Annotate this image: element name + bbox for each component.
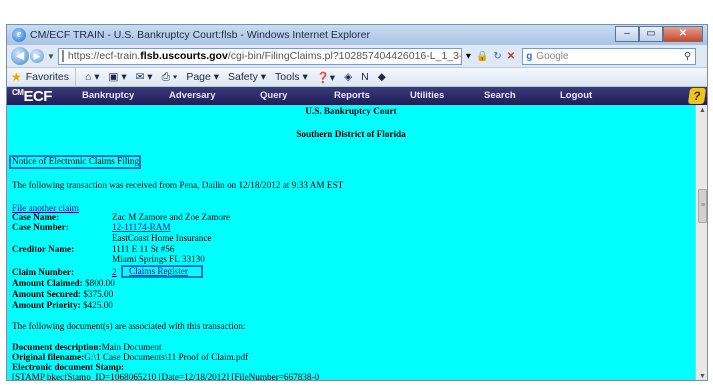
doc1-description-value: Main Document: [101, 342, 162, 352]
ecf-logo-text: ECF: [23, 87, 52, 105]
documents-text: The following document(s) are associated…: [12, 321, 246, 331]
ecf-menu-bar: CMECF Bankruptcy Adversary Query Reports…: [7, 87, 707, 105]
favorites-label: Favorites: [25, 71, 69, 83]
window-controls: – ▭ ✕: [615, 26, 703, 42]
claims-register-link[interactable]: Claims Register: [129, 266, 188, 276]
search-icon[interactable]: ⚲: [684, 51, 691, 62]
notice-title: Notice of Electronic Claims Filing: [12, 156, 140, 166]
menu-logout[interactable]: Logout: [560, 90, 592, 101]
minimize-button[interactable]: –: [615, 26, 639, 42]
title-bar: e CM/ECF TRAIN - U.S. Bankruptcy Court:f…: [7, 25, 707, 45]
court-name: U.S. Bankruptcy Court: [305, 106, 397, 116]
amount-claimed-value: $800.00: [85, 278, 115, 288]
creditor-label: Creditor Name:: [12, 244, 75, 254]
amount-claimed: Amount Claimed: $800.00: [12, 278, 115, 288]
page-menu[interactable]: Page ▾: [186, 71, 219, 83]
menu-utilities[interactable]: Utilities: [410, 90, 444, 101]
scroll-up-icon[interactable]: ▲: [699, 107, 706, 114]
back-arrow-icon[interactable]: ◀: [11, 47, 29, 65]
creditor-line-3: Miami Springs FL 33130: [112, 254, 205, 264]
case-number-label: Case Number:: [12, 222, 69, 232]
browser-window: e CM/ECF TRAIN - U.S. Bankruptcy Court:f…: [6, 24, 708, 381]
command-bar: ★ Favorites ⌂ ▾ ▣ ▾ ✉ ▾ ⎙ ▾ Page ▾ Safet…: [7, 67, 707, 87]
mail-icon[interactable]: ✉ ▾: [136, 71, 153, 83]
search-placeholder: Google: [536, 50, 569, 62]
refresh-icon[interactable]: ↻: [493, 51, 501, 62]
district-name: Southern District of Florida: [296, 129, 406, 139]
vertical-scrollbar[interactable]: ▲ ≡ ▼: [695, 105, 707, 380]
maximize-button[interactable]: ▭: [639, 26, 663, 42]
creditor-line-2: 1111 E 11 St #56: [112, 244, 175, 254]
safety-menu[interactable]: Safety ▾: [228, 71, 266, 83]
onenote-icon[interactable]: N: [361, 71, 369, 83]
google-icon: g: [526, 50, 533, 62]
case-name-label: Case Name:: [12, 212, 60, 222]
print-icon[interactable]: ⎙ ▾: [162, 71, 178, 84]
feeds-icon[interactable]: ▣ ▾: [108, 71, 126, 83]
url-host: flsb.uscourts.gov: [140, 50, 228, 62]
amount-secured-value: $375.00: [83, 289, 114, 299]
creditor-line-1: EastCoast Home Insurance: [112, 233, 212, 243]
tools-menu[interactable]: Tools ▾: [275, 71, 308, 83]
case-number-link[interactable]: 12-11174-RAM: [112, 222, 171, 232]
scroll-down-icon[interactable]: ▼: [699, 373, 706, 380]
recent-pages-dropdown-icon[interactable]: ▼: [47, 52, 55, 61]
ecf-logo-prefix: CM: [12, 87, 24, 97]
address-dropdown-icon[interactable]: ▾: [466, 51, 471, 62]
address-tools: ▾ 🔒 ↻ ✕: [466, 48, 520, 65]
doc1-description-label: Document description:: [12, 342, 102, 352]
transaction-text: The following transaction was received f…: [12, 180, 344, 190]
help-menu-icon[interactable]: ❓▾: [317, 71, 335, 84]
amount-secured: Amount Secured: $375.00: [12, 289, 113, 299]
doc1-description: Document description:Main Document: [12, 342, 162, 352]
amount-claimed-label: Amount Claimed:: [12, 278, 83, 288]
window-title: CM/ECF TRAIN - U.S. Bankruptcy Court:fls…: [30, 29, 370, 41]
scrollbar-thumb[interactable]: ≡: [698, 189, 707, 223]
doc1-filename: Original filename:G:\1 Case Documents\11…: [12, 352, 248, 362]
star-icon: ★: [11, 70, 22, 84]
close-button[interactable]: ✕: [663, 26, 703, 42]
page-content: U.S. Bankruptcy Court Southern District …: [7, 105, 695, 381]
menu-adversary[interactable]: Adversary: [169, 90, 215, 101]
research-icon[interactable]: ◈: [344, 71, 352, 83]
internet-explorer-icon: e: [12, 28, 26, 42]
menu-reports[interactable]: Reports: [334, 90, 370, 101]
forward-arrow-icon[interactable]: ▶: [30, 49, 44, 63]
ecf-logo[interactable]: CMECF: [12, 88, 70, 105]
case-name-value: Zac M Zamore and Zoe Zamore: [112, 212, 231, 222]
claim-number-link[interactable]: 2: [112, 267, 117, 277]
address-bar: ◀ ▶ ▼ https://ecf-train. flsb.uscourts.go…: [7, 45, 707, 67]
url-prefix: https://ecf-train.: [67, 50, 141, 62]
url-input[interactable]: https://ecf-train. flsb.uscourts.gov/cgi-…: [57, 47, 462, 65]
url-path: /cgi-bin/FilingClaims.pl?102857404426016…: [227, 50, 462, 62]
menu-query[interactable]: Query: [260, 90, 287, 101]
scrollbar-grip-icon: ≡: [701, 202, 706, 209]
amount-secured-label: Amount Secured:: [12, 289, 81, 299]
lock-icon[interactable]: 🔒: [476, 51, 488, 62]
menu-search[interactable]: Search: [484, 90, 516, 101]
doc1-filename-value: G:\1 Case Documents\11 Proof of Claim.pd…: [84, 352, 249, 362]
search-input[interactable]: g Google ⚲: [522, 47, 697, 65]
stamp-line-1: [STAMP bkecfStamp_ID=1068065210 [Date=12…: [12, 372, 320, 381]
addon-icon[interactable]: ◆: [378, 71, 386, 83]
doc1-filename-label: Original filename:: [12, 352, 85, 362]
stamp-label: Electronic document Stamp:: [12, 362, 125, 372]
claim-number-label: Claim Number:: [12, 267, 75, 277]
amount-priority-value: $425.00: [82, 300, 113, 310]
home-icon[interactable]: ⌂ ▾: [85, 71, 100, 83]
amount-priority: Amount Priority: $425.00: [12, 300, 113, 310]
help-icon[interactable]: ?: [687, 88, 707, 104]
favorites-button[interactable]: ★ Favorites: [7, 68, 76, 86]
page-icon: [61, 50, 64, 62]
menu-bankruptcy[interactable]: Bankruptcy: [82, 90, 134, 101]
amount-priority-label: Amount Priority:: [12, 300, 81, 310]
stop-icon[interactable]: ✕: [507, 51, 515, 62]
